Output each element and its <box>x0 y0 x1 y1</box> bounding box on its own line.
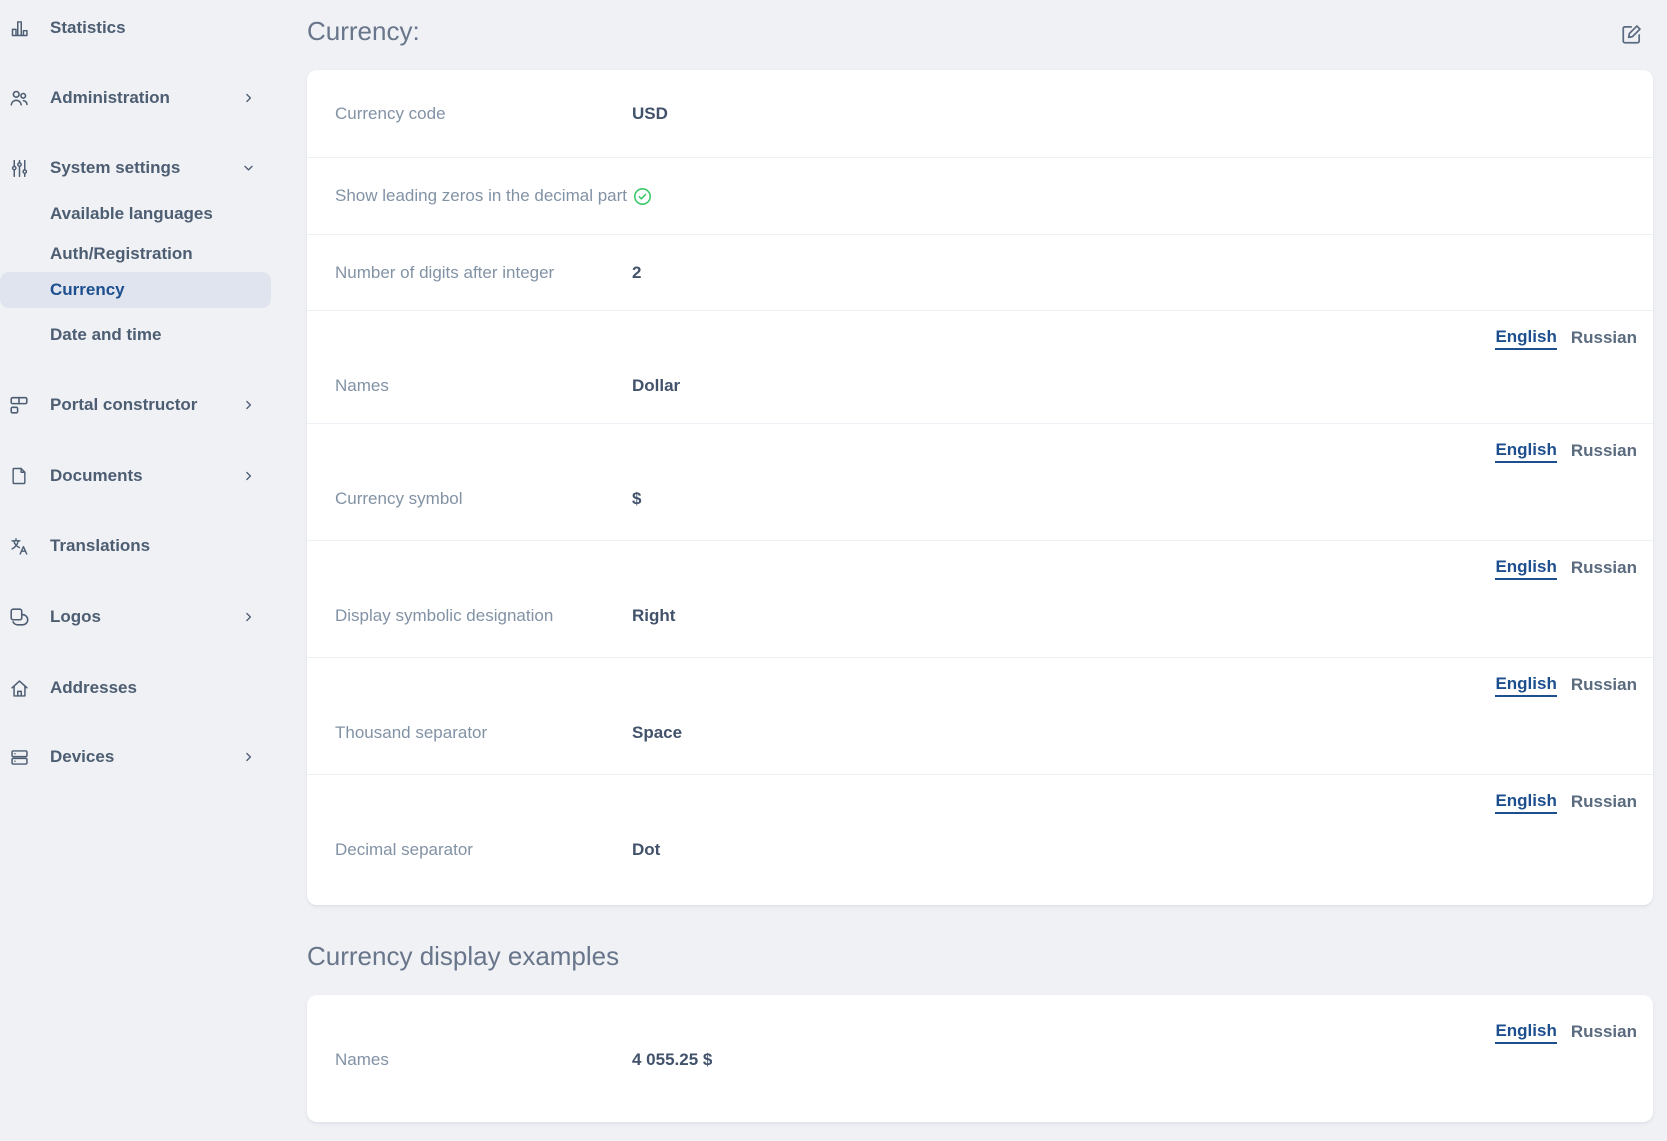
field-row-currency-code: Currency code USD <box>307 70 1653 158</box>
field-label: Names <box>307 1050 632 1070</box>
chevron-down-icon <box>242 162 255 175</box>
sidebar-item-label: Date and time <box>50 325 161 345</box>
field-value: Dot <box>632 840 660 860</box>
field-value: Dollar <box>632 376 680 396</box>
field-block-decimal-separator: English Russian Decimal separator Dot <box>307 775 1653 905</box>
language-tab-russian[interactable]: Russian <box>1571 792 1637 812</box>
language-switcher: English Russian <box>307 327 1653 349</box>
field-row-leading-zeros: Show leading zeros in the decimal part <box>307 158 1653 235</box>
sidebar-item-label: Statistics <box>50 18 126 38</box>
language-tab-russian[interactable]: Russian <box>1571 558 1637 578</box>
home-icon <box>8 677 30 699</box>
sliders-icon <box>8 157 30 179</box>
sidebar-item-portal-constructor[interactable]: Portal constructor <box>0 387 271 423</box>
language-tab-russian[interactable]: Russian <box>1571 328 1637 348</box>
language-tab-english[interactable]: English <box>1495 1021 1556 1044</box>
field-label: Show leading zeros in the decimal part <box>307 186 632 206</box>
field-label: Thousand separator <box>307 723 632 743</box>
check-circle-icon <box>632 186 653 207</box>
translate-icon <box>8 535 30 557</box>
field-value: $ <box>632 489 641 509</box>
field-label: Currency symbol <box>307 489 632 509</box>
chevron-right-icon <box>242 470 255 483</box>
field-row-digits-after-integer: Number of digits after integer 2 <box>307 235 1653 311</box>
sidebar: Statistics Administration System setting… <box>0 0 271 1141</box>
org-layout-icon <box>8 394 30 416</box>
logos-icon <box>8 606 30 628</box>
language-switcher: English Russian <box>307 557 1653 579</box>
devices-icon <box>8 746 30 768</box>
sidebar-item-logos[interactable]: Logos <box>0 599 271 635</box>
sidebar-item-label: Available languages <box>50 204 213 224</box>
language-switcher: English Russian <box>307 674 1653 696</box>
language-tab-english[interactable]: English <box>1495 440 1556 463</box>
edit-button[interactable] <box>1617 20 1645 48</box>
field-value: 4 055.25 $ <box>632 1050 712 1070</box>
sidebar-item-auth-registration[interactable]: Auth/Registration <box>0 236 271 272</box>
sidebar-item-label: Administration <box>50 88 170 108</box>
language-switcher: English Russian <box>307 791 1653 813</box>
bar-chart-icon <box>8 17 30 39</box>
sidebar-item-statistics[interactable]: Statistics <box>0 10 271 46</box>
sidebar-item-administration[interactable]: Administration <box>0 80 271 116</box>
field-label: Currency code <box>307 104 632 124</box>
field-label: Decimal separator <box>307 840 632 860</box>
field-block-currency-symbol: English Russian Currency symbol $ <box>307 424 1653 541</box>
sidebar-item-label: Auth/Registration <box>50 244 193 264</box>
chevron-right-icon <box>242 399 255 412</box>
field-block-names: English Russian Names Dollar <box>307 311 1653 424</box>
sidebar-item-label: Documents <box>50 466 143 486</box>
field-row-example-names: Names 4 055.25 $ <box>307 1047 1653 1073</box>
language-tab-russian[interactable]: Russian <box>1571 675 1637 695</box>
currency-examples-card: English Russian Names 4 055.25 $ <box>307 995 1653 1122</box>
sidebar-item-devices[interactable]: Devices <box>0 739 271 775</box>
sidebar-item-label: Currency <box>50 280 125 300</box>
people-icon <box>8 87 30 109</box>
language-switcher: English Russian <box>307 440 1653 462</box>
sidebar-item-label: Logos <box>50 607 101 627</box>
page-title: Currency: <box>307 16 420 47</box>
document-icon <box>8 465 30 487</box>
chevron-right-icon <box>242 611 255 624</box>
edit-icon <box>1620 23 1643 46</box>
language-tab-english[interactable]: English <box>1495 557 1556 580</box>
field-value: 2 <box>632 263 641 283</box>
currency-settings-card: Currency code USD Show leading zeros in … <box>307 70 1653 905</box>
sidebar-item-label: Devices <box>50 747 114 767</box>
field-block-symbol-position: English Russian Display symbolic designa… <box>307 541 1653 658</box>
sidebar-item-translations[interactable]: Translations <box>0 528 271 564</box>
sidebar-item-label: Portal constructor <box>50 395 197 415</box>
sidebar-item-addresses[interactable]: Addresses <box>0 670 271 706</box>
language-tab-english[interactable]: English <box>1495 791 1556 814</box>
sidebar-item-date-and-time[interactable]: Date and time <box>0 317 271 353</box>
sidebar-item-available-languages[interactable]: Available languages <box>0 196 271 232</box>
field-value: Space <box>632 723 682 743</box>
sidebar-item-documents[interactable]: Documents <box>0 458 271 494</box>
language-tab-english[interactable]: English <box>1495 674 1556 697</box>
chevron-right-icon <box>242 92 255 105</box>
sidebar-item-label: Addresses <box>50 678 137 698</box>
field-label: Names <box>307 376 632 396</box>
language-tab-russian[interactable]: Russian <box>1571 1022 1637 1042</box>
field-block-thousand-separator: English Russian Thousand separator Space <box>307 658 1653 775</box>
language-switcher: English Russian <box>307 995 1653 1043</box>
examples-section-title: Currency display examples <box>307 941 619 972</box>
sidebar-item-currency[interactable]: Currency <box>0 272 271 308</box>
language-tab-english[interactable]: English <box>1495 327 1556 350</box>
chevron-right-icon <box>242 751 255 764</box>
field-label: Number of digits after integer <box>307 263 632 283</box>
field-label: Display symbolic designation <box>307 606 632 626</box>
field-value: Right <box>632 606 675 626</box>
field-value: USD <box>632 104 668 124</box>
sidebar-item-label: System settings <box>50 158 180 178</box>
sidebar-item-label: Translations <box>50 536 150 556</box>
sidebar-item-system-settings[interactable]: System settings <box>0 150 271 186</box>
language-tab-russian[interactable]: Russian <box>1571 441 1637 461</box>
